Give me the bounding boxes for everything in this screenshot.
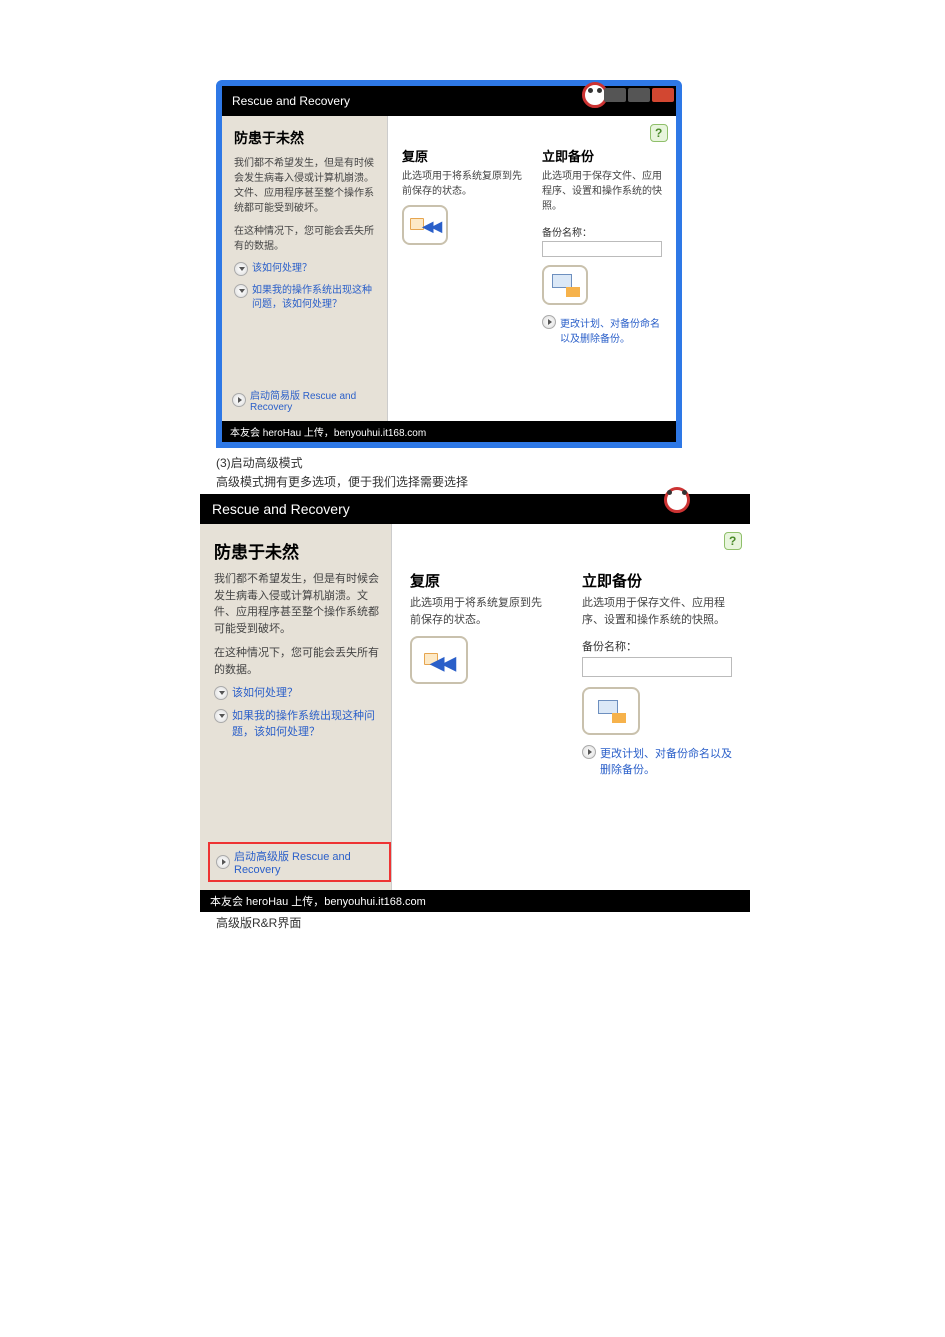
backup-name-input[interactable] <box>582 657 732 677</box>
arrow-right-icon <box>582 745 596 759</box>
link-if-problem[interactable]: 如果我的操作系统出现这种问题，该如何处理？ <box>214 709 379 740</box>
sidebar-heading: 防患于未然 <box>214 538 379 563</box>
change-plan-label: 更改计划、对备份命名以及删除备份。 <box>560 315 662 345</box>
maximize-button[interactable] <box>628 88 650 102</box>
arrow-right-icon <box>542 315 556 329</box>
chevron-down-icon <box>234 284 248 298</box>
backup-icon <box>596 699 626 723</box>
restore-title: 复原 <box>410 570 552 591</box>
chevron-down-icon <box>214 686 228 700</box>
titlebar: Rescue and Recovery <box>222 86 676 116</box>
sidebar-warn: 在这种情况下，您可能会丢失所有的数据。 <box>234 224 377 254</box>
link-if-problem[interactable]: 如果我的操作系统出现这种问题，该如何处理？ <box>234 284 377 312</box>
launch-advanced-label: 启动高级版 Rescue and Recovery <box>234 848 383 876</box>
backup-desc: 此选项用于保存文件、应用程序、设置和操作系统的快照。 <box>542 169 662 214</box>
backup-name-label: 备份名称： <box>582 638 732 654</box>
app-logo-icon <box>664 487 690 513</box>
backup-button[interactable] <box>542 265 588 305</box>
watermark-bar: 本友会 heroHau 上传，benyouhui.it168.com <box>222 421 676 442</box>
restore-desc: 此选项用于将系统复原到先前保存的状态。 <box>410 595 552 628</box>
sidebar: 防患于未然 我们都不希望发生，但是有时候会发生病毒入侵或计算机崩溃。文件、应用程… <box>222 116 388 421</box>
backup-desc: 此选项用于保存文件、应用程序、设置和操作系统的快照。 <box>582 595 732 628</box>
annotation-step-desc: 高级模式拥有更多选项，便于我们选择需要选择 <box>216 473 945 490</box>
arrow-right-icon <box>216 855 230 869</box>
sidebar-intro: 我们都不希望发生，但是有时候会发生病毒入侵或计算机崩溃。文件、应用程序甚至整个操… <box>214 571 379 637</box>
chevron-down-icon <box>214 709 228 723</box>
backup-title: 立即备份 <box>582 570 732 591</box>
change-plan-link[interactable]: 更改计划、对备份命名以及删除备份。 <box>582 745 732 777</box>
titlebar: Rescue and Recovery <box>200 494 750 524</box>
link-how-handle[interactable]: 该如何处理？ <box>214 686 379 701</box>
link-how-label: 该如何处理？ <box>252 262 312 276</box>
backup-section: 立即备份 此选项用于保存文件、应用程序、设置和操作系统的快照。 备份名称： 更改… <box>542 146 662 345</box>
backup-name-label: 备份名称： <box>542 224 662 239</box>
app-window-small: Rescue and Recovery 防患于未然 我们都不希望发生，但是有时候… <box>216 80 682 448</box>
annotation-step: (3)启动高级模式 <box>216 454 945 471</box>
restore-section: 复原 此选项用于将系统复原到先前保存的状态。 ◀◀ <box>410 570 552 777</box>
sidebar-warn: 在这种情况下，您可能会丢失所有的数据。 <box>214 645 379 678</box>
restore-button[interactable]: ◀◀ <box>402 205 448 245</box>
link-if-label: 如果我的操作系统出现这种问题，该如何处理？ <box>232 709 379 740</box>
main-panel: 复原 此选项用于将系统复原到先前保存的状态。 ◀◀ 立即备份 此选项用于保存文件… <box>392 524 750 890</box>
backup-icon <box>550 273 580 297</box>
sidebar: 防患于未然 我们都不希望发生，但是有时候会发生病毒入侵或计算机崩溃。文件、应用程… <box>200 524 392 890</box>
backup-name-input[interactable] <box>542 241 662 257</box>
annotation-bottom: 高级版R&R界面 <box>216 914 945 931</box>
sidebar-heading: 防患于未然 <box>234 128 377 148</box>
link-how-handle[interactable]: 该如何处理？ <box>234 262 377 276</box>
restore-title: 复原 <box>402 146 522 165</box>
watermark-bar: 本友会 heroHau 上传，benyouhui.it168.com <box>200 890 750 912</box>
help-icon[interactable] <box>724 532 742 550</box>
close-button[interactable] <box>652 88 674 102</box>
restore-icon: ◀◀ <box>424 649 454 671</box>
minimize-button[interactable] <box>604 88 626 102</box>
chevron-down-icon <box>234 262 248 276</box>
help-icon[interactable] <box>650 124 668 142</box>
backup-title: 立即备份 <box>542 146 662 165</box>
backup-section: 立即备份 此选项用于保存文件、应用程序、设置和操作系统的快照。 备份名称： 更改… <box>582 570 732 777</box>
restore-button[interactable]: ◀◀ <box>410 636 468 684</box>
link-if-label: 如果我的操作系统出现这种问题，该如何处理？ <box>252 284 377 312</box>
launch-simple-label: 启动简易版 Rescue and Recovery <box>250 387 387 413</box>
launch-advanced-link[interactable]: 启动高级版 Rescue and Recovery <box>208 842 391 882</box>
app-title: Rescue and Recovery <box>212 501 350 517</box>
restore-section: 复原 此选项用于将系统复原到先前保存的状态。 ◀◀ <box>402 146 522 345</box>
sidebar-intro: 我们都不希望发生，但是有时候会发生病毒入侵或计算机崩溃。文件、应用程序甚至整个操… <box>234 156 377 216</box>
main-panel: 复原 此选项用于将系统复原到先前保存的状态。 ◀◀ 立即备份 此选项用于保存文件… <box>388 116 676 421</box>
launch-simple-link[interactable]: 启动简易版 Rescue and Recovery <box>232 387 387 413</box>
link-how-label: 该如何处理？ <box>232 686 298 701</box>
change-plan-link[interactable]: 更改计划、对备份命名以及删除备份。 <box>542 315 662 345</box>
change-plan-label: 更改计划、对备份命名以及删除备份。 <box>600 745 732 777</box>
restore-icon: ◀◀ <box>410 214 440 236</box>
app-title: Rescue and Recovery <box>232 94 350 108</box>
backup-button[interactable] <box>582 687 640 735</box>
app-window-large: Rescue and Recovery 防患于未然 我们都不希望发生，但是有时候… <box>200 494 750 912</box>
arrow-right-icon <box>232 393 246 407</box>
restore-desc: 此选项用于将系统复原到先前保存的状态。 <box>402 169 522 199</box>
